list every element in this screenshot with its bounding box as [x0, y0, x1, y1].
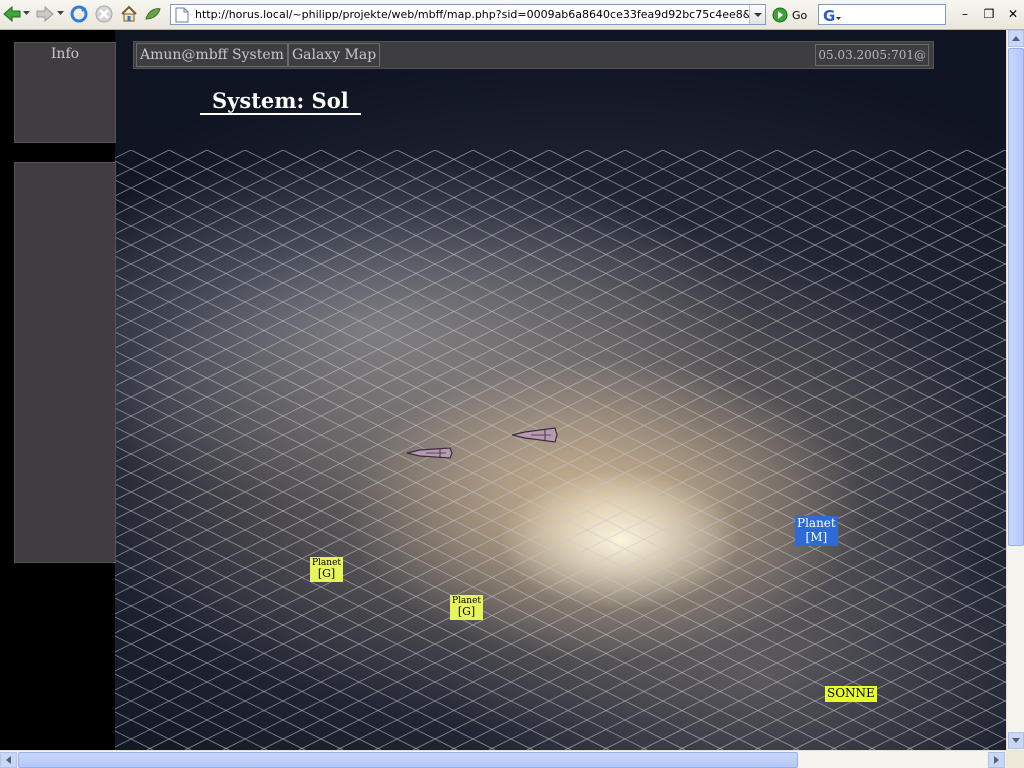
ship-icon[interactable] [511, 425, 559, 445]
address-bar[interactable]: http://horus.local/~philipp/projekte/web… [170, 4, 766, 25]
top-nav-bar: Amun@mbff System Galaxy Map 05.03.2005:7… [133, 41, 934, 69]
side-panel [14, 162, 116, 563]
scroll-left-icon[interactable] [0, 752, 17, 768]
bookmark-leaf-icon[interactable] [144, 4, 162, 24]
svg-text:G: G [823, 7, 835, 23]
restore-icon[interactable]: ❐ [978, 4, 1000, 24]
info-panel: Info [14, 42, 116, 143]
map-grid [115, 150, 1006, 750]
go-button[interactable]: Go [772, 5, 807, 25]
browser-toolbar: http://horus.local/~philipp/projekte/web… [0, 0, 1024, 30]
address-url[interactable]: http://horus.local/~philipp/projekte/web… [195, 8, 749, 21]
go-icon [772, 7, 788, 23]
stop-icon[interactable] [95, 4, 113, 24]
window-controls: – ❐ ✕ [954, 4, 1024, 24]
page-viewport: Info Amun@mbff System Galaxy Map 05.03.2… [0, 30, 1006, 750]
planet-marker[interactable]: Planet [G] [450, 595, 484, 620]
google-search-icon[interactable]: G [822, 7, 842, 23]
nav-datetime: 05.03.2005:701@ [815, 44, 929, 66]
sun-marker[interactable]: SONNE [825, 686, 877, 702]
forward-icon[interactable] [36, 4, 54, 24]
info-panel-title: Info [50, 46, 80, 62]
planet-label: Planet [797, 516, 836, 530]
ship-icon[interactable] [406, 444, 454, 462]
planet-class: [M] [805, 529, 828, 544]
back-icon[interactable] [3, 4, 21, 24]
search-box[interactable]: G [818, 4, 946, 25]
scroll-down-icon[interactable] [1008, 732, 1024, 749]
vertical-scroll-thumb[interactable] [1008, 48, 1024, 546]
scroll-right-icon[interactable] [988, 752, 1005, 768]
horizontal-scroll-thumb[interactable] [18, 752, 798, 768]
sun-label: SONNE [827, 686, 875, 700]
address-dropdown-icon[interactable] [749, 5, 765, 24]
reload-icon[interactable] [70, 4, 88, 24]
scroll-up-icon[interactable] [1008, 30, 1024, 47]
go-label: Go [792, 8, 808, 22]
minimize-icon[interactable]: – [954, 4, 976, 24]
nav-item-system[interactable]: Amun@mbff System [136, 43, 288, 67]
planet-marker[interactable]: Planet [M] [795, 516, 838, 546]
planet-class: [G] [317, 567, 336, 581]
horizontal-scrollbar[interactable] [0, 750, 1006, 768]
planet-marker[interactable]: Planet [G] [310, 557, 344, 582]
scrollbar-corner [1006, 750, 1024, 768]
system-title: System: Sol [200, 88, 361, 115]
back-dropdown-icon[interactable] [23, 9, 30, 16]
planet-class: [G] [457, 605, 476, 619]
forward-dropdown-icon[interactable] [57, 9, 64, 16]
close-icon[interactable]: ✕ [1002, 4, 1024, 24]
home-icon[interactable] [120, 4, 138, 24]
page-icon [175, 7, 189, 22]
vertical-scrollbar[interactable] [1006, 30, 1024, 750]
nav-item-galaxy-map[interactable]: Galaxy Map [287, 43, 381, 67]
